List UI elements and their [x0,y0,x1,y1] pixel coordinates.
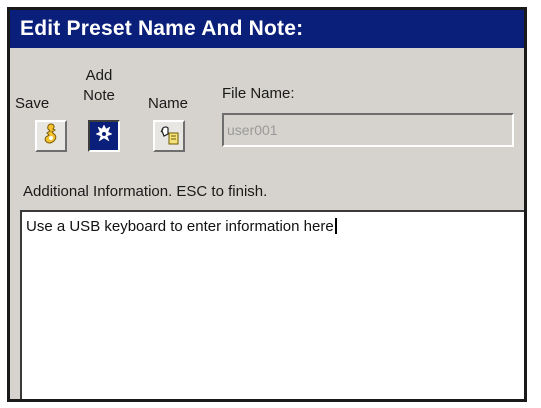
file-name-label: File Name: [222,85,295,102]
save-button-label: Save [15,95,50,112]
name-icon [158,123,180,150]
save-icon [41,122,61,150]
additional-info-label: Additional Information. ESC to finish. [23,183,268,200]
text-cursor [334,218,337,234]
note-text: Use a USB keyboard to enter information … [26,218,334,235]
edit-preset-dialog: Edit Preset Name And Note: Save Add Note… [7,7,527,402]
save-button[interactable] [35,120,67,152]
name-button[interactable] [153,120,185,152]
file-name-field[interactable] [222,113,514,147]
add-note-button-label-line1: Add [85,67,113,84]
add-note-button-label-line2: Note [83,87,115,104]
name-button-label: Name [148,95,189,112]
dialog-title: Edit Preset Name And Note: [10,10,524,48]
note-text-area[interactable]: Use a USB keyboard to enter information … [20,210,524,399]
add-note-icon [94,123,114,150]
add-note-button[interactable] [88,120,120,152]
